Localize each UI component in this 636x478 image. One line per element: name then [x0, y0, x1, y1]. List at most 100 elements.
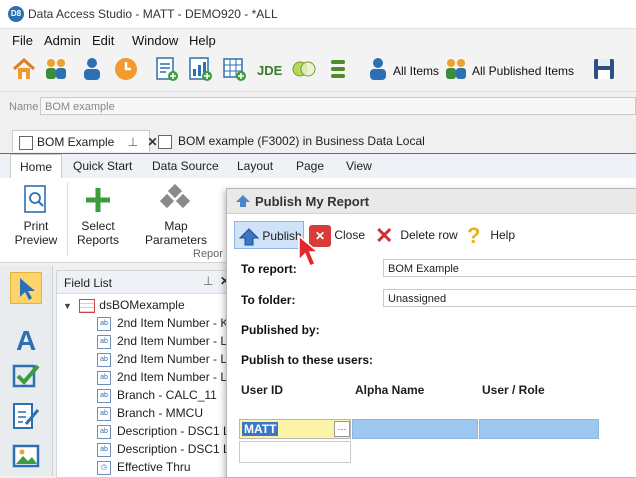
to-folder-field[interactable]: Unassigned: [383, 289, 636, 307]
user-id-value[interactable]: MATT: [242, 422, 279, 436]
menu-admin[interactable]: Admin: [44, 33, 81, 48]
text-tool-icon[interactable]: A: [10, 322, 42, 354]
text-field-icon: ab: [97, 388, 111, 403]
ribbon-tab-data-source[interactable]: Data Source: [152, 159, 219, 173]
pointer-icon: [20, 278, 35, 300]
collapse-icon[interactable]: ▼: [63, 301, 72, 311]
field-item[interactable]: ab Branch - CALC_11: [97, 386, 217, 404]
tab-bom-example[interactable]: BOM Example ⊥ ✕: [12, 130, 158, 152]
new-chart-icon[interactable]: [186, 55, 214, 83]
text-field-icon: ab: [97, 316, 111, 331]
help-icon: ?: [467, 222, 481, 248]
text-field-icon: ab: [97, 334, 111, 349]
lookup-button[interactable]: ···: [334, 421, 350, 437]
text-field-icon: ab: [97, 424, 111, 439]
user-icon[interactable]: [78, 55, 106, 83]
field-item[interactable]: ab Branch - MMCU: [97, 404, 203, 422]
user-role-cell[interactable]: [479, 419, 599, 439]
field-list-panel: Field List ⊥ ✕ ▼ dsBOMexample ab 2nd Item…: [56, 270, 239, 478]
dialog-toolbar: Publish ✕ Close ✕ Delete row ? Help: [227, 215, 636, 255]
tool-strip: A: [0, 266, 53, 476]
field-item[interactable]: ab 2nd Item Number - L4: [97, 350, 234, 368]
pin-icon[interactable]: ⊥: [128, 135, 138, 149]
ribbon-tab-page[interactable]: Page: [296, 159, 324, 173]
col-alpha-name: Alpha Name: [355, 383, 425, 397]
publish-arrow-icon: [236, 195, 250, 207]
user-id-cell[interactable]: MATT ···: [239, 419, 351, 439]
all-items-button[interactable]: All Items: [393, 64, 439, 78]
delete-x-icon: ✕: [375, 222, 394, 248]
new-grid-icon[interactable]: [220, 55, 248, 83]
menu-edit[interactable]: Edit: [92, 33, 114, 48]
print-preview-button[interactable]: Print Preview: [10, 184, 62, 247]
col-user-role: User / Role: [482, 383, 545, 397]
pin-panel-icon[interactable]: ⊥: [203, 274, 213, 288]
checkbox-tool-icon[interactable]: [10, 360, 42, 392]
table-icon: [79, 298, 96, 313]
published-by-label: Published by:: [241, 323, 320, 337]
document-tabs: BOM Example ⊥ ✕ BOM example (F3002) in B…: [0, 128, 636, 156]
ribbon-tab-layout[interactable]: Layout: [237, 159, 273, 173]
field-item[interactable]: ◷ Effective Thru: [97, 458, 191, 476]
field-item-label: Branch - CALC_11: [117, 388, 217, 402]
menu-bar: File Admin Edit Window Help: [0, 29, 636, 51]
ribbon-tab-view[interactable]: View: [346, 159, 372, 173]
edit-tool-icon[interactable]: [10, 400, 42, 432]
field-item-label: Description - DSC1 L2: [117, 442, 237, 456]
tree-root[interactable]: ▼ dsBOMexample: [63, 296, 185, 314]
menu-window[interactable]: Window: [132, 33, 178, 48]
join-icon[interactable]: [290, 55, 318, 83]
text-field-icon: ab: [97, 442, 111, 457]
all-published-users-icon[interactable]: [442, 55, 470, 83]
publish-dialog: Publish My Report Publish ✕ Close ✕ Dele…: [226, 188, 636, 478]
help-button[interactable]: ? Help: [467, 221, 515, 249]
menu-file[interactable]: File: [12, 33, 33, 48]
ribbon-tab-home[interactable]: Home: [10, 154, 63, 178]
ribbon-tab-quick-start[interactable]: Quick Start: [73, 159, 132, 173]
window-title: Data Access Studio - MATT - DEMO920 - *A…: [28, 7, 278, 21]
publish-button[interactable]: Publish: [234, 221, 304, 249]
select-reports-label-2: Reports: [76, 233, 120, 247]
image-tool-icon[interactable]: [10, 440, 42, 472]
all-published-items-button[interactable]: All Published Items: [472, 64, 574, 78]
tab-bom-f3002[interactable]: BOM example (F3002) in Business Data Loc…: [152, 130, 431, 152]
report-name-input[interactable]: BOM example: [40, 97, 636, 115]
field-item-label: 2nd Item Number - KIT: [117, 316, 240, 330]
field-item-label: 2nd Item Number - L4: [117, 352, 234, 366]
svg-text:A: A: [16, 325, 36, 354]
new-report-icon[interactable]: [152, 55, 180, 83]
ribbon-group-label: Repor: [193, 248, 223, 260]
field-item[interactable]: ab 2nd Item Number - L3: [97, 332, 234, 350]
save-icon[interactable]: [590, 55, 618, 83]
field-item-label: 2nd Item Number - L3: [117, 334, 234, 348]
alpha-name-cell[interactable]: [352, 419, 478, 439]
field-item-label: Effective Thru: [117, 460, 191, 474]
report-icon: [19, 135, 33, 150]
print-preview-label-1: Print: [23, 219, 49, 233]
new-row-cell[interactable]: [239, 441, 351, 463]
select-reports-button[interactable]: Select Reports: [72, 184, 124, 247]
list-icon[interactable]: [324, 55, 352, 83]
field-item[interactable]: ab 2nd Item Number - LIT: [97, 368, 238, 386]
all-items-user-icon[interactable]: [364, 55, 392, 83]
map-parameters-button[interactable]: Map Parameters: [133, 183, 219, 247]
home-icon[interactable]: [10, 55, 38, 83]
tab-label: BOM example (F3002) in Business Data Loc…: [178, 134, 425, 148]
upload-icon: [238, 228, 260, 246]
clock-icon[interactable]: [112, 55, 140, 83]
text-field-icon: ab: [97, 406, 111, 421]
users-group-icon[interactable]: [42, 55, 70, 83]
field-item[interactable]: ab Description - DSC1 L1: [97, 422, 236, 440]
field-item[interactable]: ab Description - DSC1 L2: [97, 440, 236, 458]
tree-root-label: dsBOMexample: [99, 298, 185, 312]
delete-row-button[interactable]: ✕ Delete row: [375, 221, 458, 249]
name-bar: Name BOM example: [0, 94, 636, 120]
field-list-header: Field List ⊥ ✕: [57, 271, 237, 294]
to-report-label: To report:: [241, 262, 297, 276]
pointer-tool[interactable]: [10, 272, 42, 304]
to-report-field[interactable]: BOM Example: [383, 259, 636, 277]
field-item[interactable]: ab 2nd Item Number - KIT: [97, 314, 239, 332]
jde-button[interactable]: JDE: [257, 63, 282, 78]
ribbon-divider: [67, 182, 68, 256]
menu-help[interactable]: Help: [189, 33, 216, 48]
